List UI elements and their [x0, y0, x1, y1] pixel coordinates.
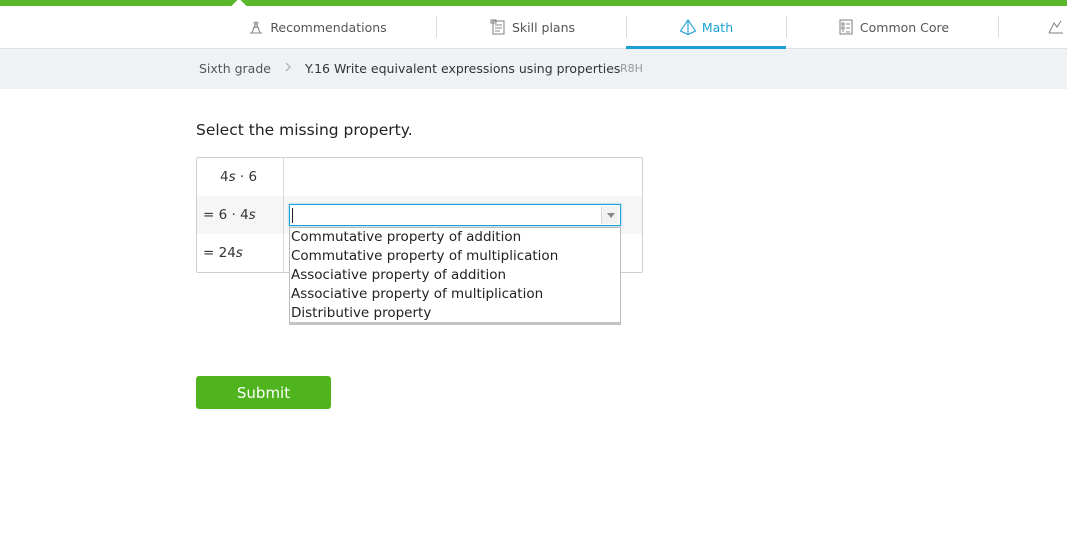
tab-math-label: Math [701, 19, 734, 35]
tab-skill-plans[interactable]: Skill plans [487, 6, 577, 48]
breadcrumb: Sixth grade Y.16 Write equivalent expres… [0, 49, 1067, 89]
text-cursor [292, 208, 293, 223]
tab-math[interactable]: Math [626, 6, 786, 49]
submit-button[interactable]: Submit [196, 376, 331, 409]
table-divider [283, 158, 284, 272]
recommendations-icon [247, 18, 265, 36]
question-prompt: Select the missing property. [196, 121, 413, 139]
chevron-down-icon[interactable] [601, 206, 619, 224]
tab-recommendations-label: Recommendations [270, 19, 387, 35]
tab-common-core-label: Common Core [859, 19, 950, 35]
nav-divider [786, 16, 787, 38]
dropdown-option[interactable]: Distributive property [290, 304, 620, 323]
nav-divider [436, 16, 437, 38]
chevron-right-icon [283, 60, 293, 78]
dropdown-option[interactable]: Associative property of addition [290, 266, 620, 285]
property-dropdown-list: Commutative property of addition Commuta… [289, 227, 621, 325]
dropdown-option[interactable]: Commutative property of addition [290, 228, 620, 247]
breadcrumb-grade[interactable]: Sixth grade [199, 61, 271, 76]
nav-divider [998, 16, 999, 38]
tab-recommendations[interactable]: Recommendations [246, 6, 388, 48]
expression-cell: = 6 · 4s [203, 207, 256, 223]
main-nav: Recommendations Skill plans Math Common … [0, 6, 1067, 49]
math-pyramid-icon [679, 18, 697, 36]
tab-partial-next[interactable] [1048, 6, 1067, 48]
dropdown-option[interactable]: Commutative property of multiplication [290, 247, 620, 266]
skill-code: R8H [620, 62, 643, 75]
expression-row: 4s · 6 [197, 158, 642, 196]
expression-cell: 4s · 6 [220, 169, 258, 185]
tab-skill-plans-label: Skill plans [511, 19, 576, 35]
awards-icon [1046, 18, 1064, 36]
property-select[interactable] [289, 204, 621, 226]
tab-common-core[interactable]: Common Core [836, 6, 950, 48]
dropdown-option[interactable]: Associative property of multiplication [290, 285, 620, 304]
breadcrumb-skill: Y.16 Write equivalent expressions using … [305, 61, 621, 76]
expression-cell: = 24s [203, 245, 243, 261]
skill-plans-icon [489, 18, 507, 36]
common-core-icon [837, 18, 855, 36]
